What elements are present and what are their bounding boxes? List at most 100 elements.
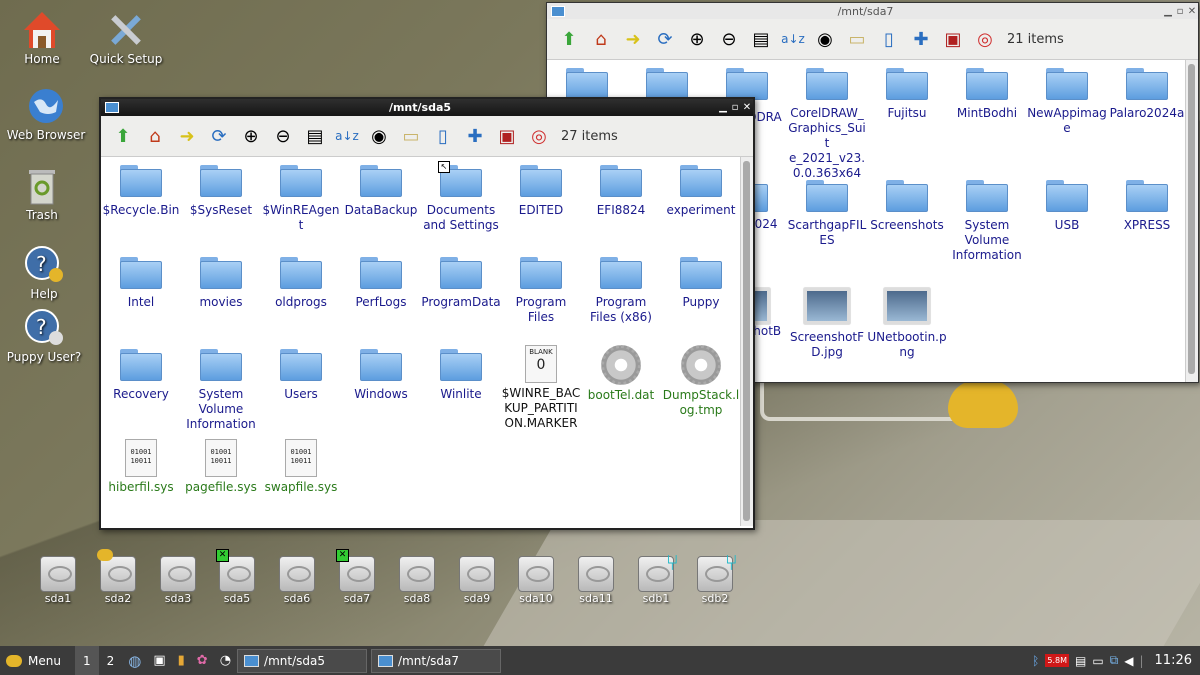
folder-item[interactable]: experiment <box>661 165 741 218</box>
help-lifebuoy-icon[interactable]: ◎ <box>525 122 553 150</box>
scrollbar[interactable] <box>740 157 753 526</box>
desktop-icon-help[interactable]: ? Help <box>0 245 89 301</box>
file-item[interactable]: BLANK 0 $WINRE_BAC KUP_PARTITI ON.MARKER <box>501 345 581 431</box>
terminal-launcher-icon[interactable]: ▣ <box>147 646 171 675</box>
browser-launcher-icon[interactable]: ◍ <box>122 646 147 675</box>
eye-icon[interactable]: ◉ <box>811 25 839 53</box>
folder-item[interactable]: ↖ Documents and Settings <box>421 161 501 233</box>
close-icon[interactable]: ✕ <box>1186 6 1198 17</box>
window-sda5[interactable]: /mnt/sda5 ▁ ▫ ✕ ⬆ ⌂ ➜ ⟳ ⊕ ⊖ ▤ a↓z ◉ ▭ ▯ … <box>99 97 755 530</box>
file-item[interactable]: bootTel.dat <box>581 345 661 403</box>
save-icon[interactable]: ▣ <box>939 25 967 53</box>
plus-icon[interactable]: ✚ <box>461 122 489 150</box>
taskbar-item-sda7[interactable]: /mnt/sda7 <box>371 648 502 673</box>
desktop-switch-2[interactable]: 2 <box>99 646 123 675</box>
drive-icon-sdb2[interactable]: ⑂ sdb2 <box>687 551 743 605</box>
file-item[interactable]: 01001 10011 swapfile.sys <box>261 439 341 495</box>
drive-icon-sda7[interactable]: ✕ sda7 <box>329 549 385 605</box>
folder-item[interactable]: ScarthgapFIL ES <box>787 180 867 248</box>
file-item[interactable]: 01001 10011 pagefile.sys <box>181 439 261 495</box>
drive-icon-sda8[interactable]: sda8 <box>389 556 445 605</box>
drive-icon-sda3[interactable]: sda3 <box>150 556 206 605</box>
desktop-icon-puppy-user[interactable]: ? Puppy User? <box>0 308 89 364</box>
folder-item[interactable]: $WinREAgent <box>261 165 341 233</box>
help-lifebuoy-icon[interactable]: ◎ <box>971 25 999 53</box>
drive-icon-sdb1[interactable]: ⑂ sdb1 <box>628 551 684 605</box>
file-item[interactable]: UNetbootin.p ng <box>867 288 947 360</box>
folder-item[interactable]: movies <box>181 257 261 310</box>
bluetooth-icon[interactable]: ᛒ <box>1029 646 1042 675</box>
folder-item[interactable]: Palaro2024a <box>1107 68 1186 121</box>
file-item[interactable]: 01001 10011 hiberfil.sys <box>101 439 181 495</box>
window-titlebar[interactable]: /mnt/sda5 ▁ ▫ ✕ <box>101 99 753 116</box>
folder-item[interactable]: Screenshots <box>867 180 947 233</box>
folder-icon[interactable]: ▭ <box>397 122 425 150</box>
drive-icon-sda1[interactable]: sda1 <box>30 556 86 605</box>
folder-item[interactable]: Program Files <box>501 257 581 325</box>
folder-item[interactable]: USB <box>1027 180 1107 233</box>
home-icon[interactable]: ⌂ <box>141 122 169 150</box>
minimize-icon[interactable]: ▁ <box>717 102 729 113</box>
goto-icon[interactable]: ➜ <box>173 122 201 150</box>
folder-item[interactable]: System Volume Information <box>947 180 1027 263</box>
refresh-icon[interactable]: ⟳ <box>651 25 679 53</box>
folder-item[interactable]: Fujitsu <box>867 68 947 121</box>
volume-icon[interactable]: ◀ <box>1121 646 1136 675</box>
folder-item[interactable]: EFI8824 <box>581 165 661 218</box>
drive-icon-sda10[interactable]: sda10 <box>508 556 564 605</box>
maximize-icon[interactable]: ▫ <box>729 102 741 113</box>
minimize-icon[interactable]: ▁ <box>1162 6 1174 17</box>
up-arrow-icon[interactable]: ⬆ <box>109 122 137 150</box>
folder-item[interactable]: Program Files (x86) <box>581 257 661 325</box>
zoom-in-icon[interactable]: ⊕ <box>237 122 265 150</box>
settings-launcher-icon[interactable]: ✿ <box>191 646 214 675</box>
document-icon[interactable]: ▯ <box>429 122 457 150</box>
drive-icon-sda5[interactable]: ✕ sda5 <box>209 549 265 605</box>
desktop-icon-quick-setup[interactable]: Quick Setup <box>81 10 171 66</box>
drive-icon-sda9[interactable]: sda9 <box>449 556 505 605</box>
eye-icon[interactable]: ◉ <box>365 122 393 150</box>
folder-item[interactable]: $SysReset <box>181 165 261 218</box>
folder-item[interactable]: $Recycle.Bin <box>101 165 181 218</box>
document-icon[interactable]: ▯ <box>875 25 903 53</box>
desktop-icon-home[interactable]: Home <box>0 10 87 66</box>
drive-icon-sda11[interactable]: sda11 <box>568 556 624 605</box>
refresh-icon[interactable]: ⟳ <box>205 122 233 150</box>
battery-icon[interactable]: ▭ <box>1089 646 1106 675</box>
folder-item[interactable]: Windows <box>341 349 421 402</box>
network-icon[interactable]: ⧉ <box>1107 646 1122 675</box>
drive-icon-sda2[interactable]: sda2 <box>90 549 146 605</box>
folder-icon[interactable]: ▭ <box>843 25 871 53</box>
scrollbar-thumb[interactable] <box>1188 64 1195 374</box>
folder-item[interactable]: XPRESS <box>1107 180 1186 233</box>
list-view-icon[interactable]: ▤ <box>301 122 329 150</box>
folder-item[interactable]: Winlite <box>421 349 501 402</box>
folder-item[interactable]: Users <box>261 349 341 402</box>
desktop-icon-web-browser[interactable]: Web Browser <box>1 86 91 142</box>
folder-item[interactable]: System Volume Information <box>181 349 261 432</box>
folder-item[interactable]: NewAppimag e <box>1027 68 1107 136</box>
close-icon[interactable]: ✕ <box>741 102 753 113</box>
desktop-icon-trash[interactable]: Trash <box>0 166 87 222</box>
folder-item[interactable]: Puppy <box>661 257 741 310</box>
list-view-icon[interactable]: ▤ <box>747 25 775 53</box>
network-speed-badge[interactable]: 5.8M <box>1042 646 1072 675</box>
sort-icon[interactable]: a↓z <box>779 25 807 53</box>
download-launcher-icon[interactable]: ◔ <box>214 646 237 675</box>
zoom-in-icon[interactable]: ⊕ <box>683 25 711 53</box>
folder-item[interactable]: Recovery <box>101 349 181 402</box>
sort-icon[interactable]: a↓z <box>333 122 361 150</box>
save-icon[interactable]: ▣ <box>493 122 521 150</box>
folder-item[interactable]: EDITED <box>501 165 581 218</box>
menu-button[interactable]: Menu <box>0 646 67 675</box>
folder-item[interactable]: CorelDRAW_ Graphics_Suit e_2021_v23. 0.0… <box>787 68 867 181</box>
window-titlebar[interactable]: /mnt/sda7 ▁ ▫ ✕ <box>547 3 1198 19</box>
zoom-out-icon[interactable]: ⊖ <box>269 122 297 150</box>
folder-item[interactable]: PerfLogs <box>341 257 421 310</box>
scrollbar[interactable] <box>1185 60 1198 382</box>
goto-icon[interactable]: ➜ <box>619 25 647 53</box>
plus-icon[interactable]: ✚ <box>907 25 935 53</box>
scrollbar-thumb[interactable] <box>743 161 750 521</box>
file-manager-launcher-icon[interactable]: ▮ <box>172 646 191 675</box>
up-arrow-icon[interactable]: ⬆ <box>555 25 583 53</box>
